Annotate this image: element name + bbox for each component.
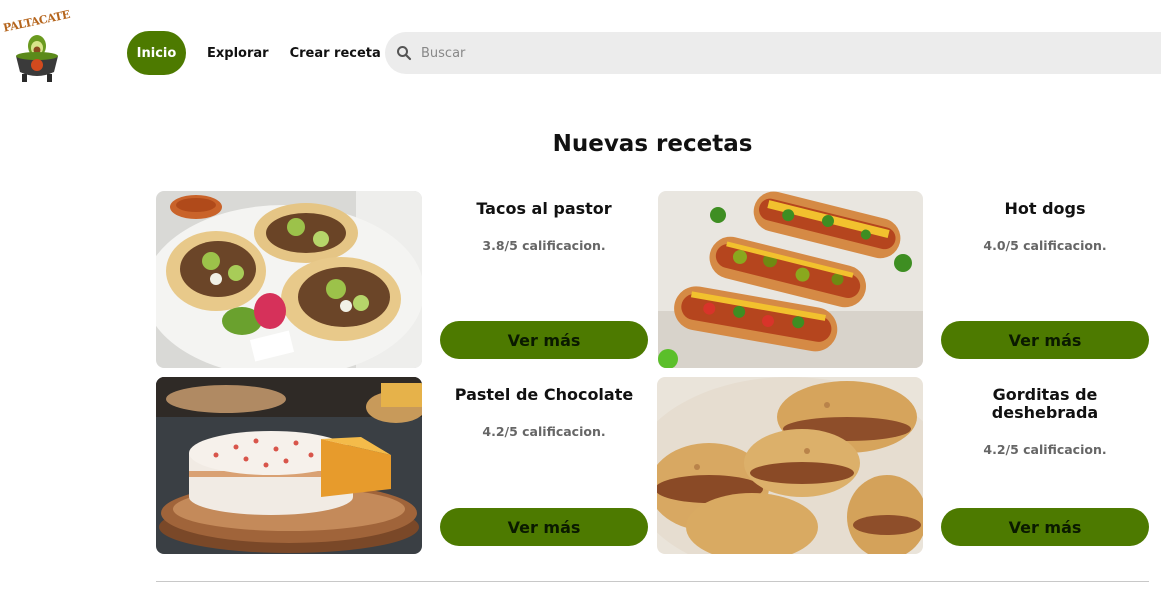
ver-mas-button-cake[interactable]: Ver más [440, 508, 648, 546]
tacos-photo [156, 191, 422, 368]
ver-mas-button-gorditas[interactable]: Ver más [941, 508, 1149, 546]
cake-photo [156, 377, 422, 554]
logo[interactable]: PALTACATE [2, 8, 74, 86]
nav-inicio[interactable]: Inicio [127, 31, 186, 75]
gorditas-photo [657, 377, 923, 554]
section-title-wrap: Nuevas recetas [156, 131, 1149, 157]
search-icon [397, 46, 412, 61]
recipe-title: Gorditas de deshebrada [991, 385, 1099, 422]
recipe-rating: 4.2/5 calificacion. [482, 424, 606, 439]
recipe-info-cake: Pastel de Chocolate 4.2/5 calificacion. [440, 385, 648, 440]
nav-crear-receta[interactable]: Crear receta [290, 46, 381, 61]
recipe-image-gorditas[interactable] [657, 377, 923, 554]
recipe-rating: 4.2/5 calificacion. [983, 442, 1107, 457]
recipe-image-hot-dogs[interactable] [658, 191, 923, 368]
recipe-title: Pastel de Chocolate [454, 385, 634, 404]
recipe-title: Tacos al pastor [476, 199, 612, 218]
divider [156, 581, 1149, 582]
recipe-image-cake[interactable] [156, 377, 422, 554]
recipe-info-gorditas: Gorditas de deshebrada 4.2/5 calificacio… [941, 385, 1149, 458]
ver-mas-button-hot-dogs[interactable]: Ver más [941, 321, 1149, 359]
recipe-image-tacos[interactable] [156, 191, 422, 368]
recipe-info-tacos: Tacos al pastor 3.8/5 calificacion. [440, 199, 648, 254]
recipe-rating: 3.8/5 calificacion. [482, 238, 606, 253]
nav-explorar[interactable]: Explorar [207, 46, 269, 61]
recipe-rating: 4.0/5 calificacion. [983, 238, 1107, 253]
logo-text: PALTACATE [2, 7, 71, 35]
hot-dogs-photo [658, 191, 923, 368]
page-title: Nuevas recetas [552, 131, 753, 157]
recipe-title: Hot dogs [1004, 199, 1086, 218]
recipe-info-hot-dogs: Hot dogs 4.0/5 calificacion. [941, 199, 1149, 254]
ver-mas-button-tacos[interactable]: Ver más [440, 321, 648, 359]
main-nav: Inicio Explorar Crear receta [127, 31, 381, 75]
search-bar[interactable] [385, 32, 1161, 74]
avocado-bowl-icon [16, 35, 58, 82]
search-input[interactable] [421, 45, 1121, 61]
